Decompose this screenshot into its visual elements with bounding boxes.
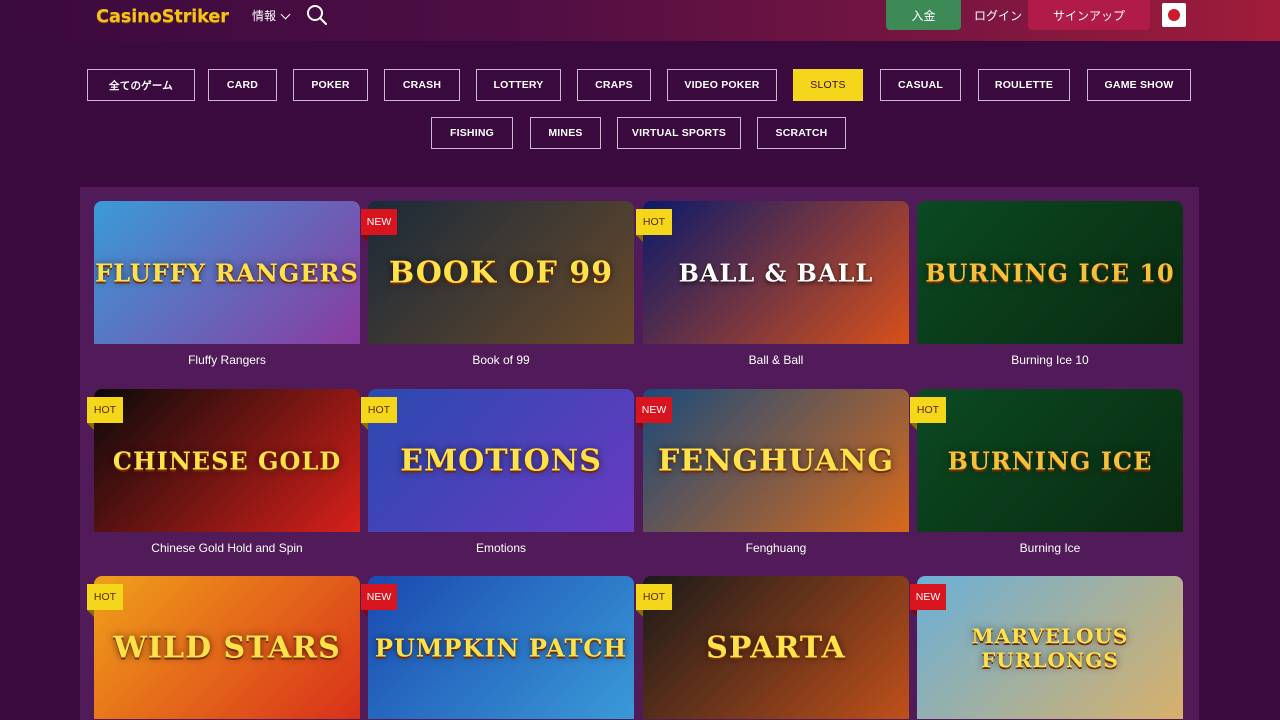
category-mines[interactable]: MINES — [530, 117, 601, 149]
game-art-title: BALL & BALL — [678, 258, 874, 287]
new-badge: NEW — [636, 397, 672, 430]
game-card[interactable]: BALL & BALL HOT Ball & Ball — [636, 201, 909, 369]
category-roulette[interactable]: ROULETTE — [978, 69, 1070, 101]
game-art-title: SPARTA — [706, 630, 846, 665]
game-thumbnail[interactable]: PUMPKIN PATCH — [368, 576, 634, 719]
game-name[interactable]: Fenghuang — [643, 541, 909, 557]
game-card[interactable]: FLUFFY RANGERS Fluffy Rangers — [94, 201, 360, 369]
game-art-title: CHINESE GOLD — [112, 446, 342, 475]
signup-button[interactable]: サインアップ — [1028, 0, 1150, 30]
game-thumbnail[interactable]: FENGHUANG — [643, 389, 909, 532]
search-icon[interactable] — [305, 3, 329, 27]
top-header: CasinoStriker 情報 入金 ログイン サインアップ — [0, 0, 1280, 41]
game-art-title: BOOK OF 99 — [388, 255, 614, 290]
game-card[interactable]: PUMPKIN PATCH NEW — [361, 576, 634, 720]
category-poker[interactable]: POKER — [293, 69, 368, 101]
category-video-poker[interactable]: VIDEO POKER — [667, 69, 777, 101]
japan-flag-icon[interactable] — [1162, 3, 1186, 27]
chevron-down-icon — [280, 9, 291, 19]
deposit-button[interactable]: 入金 — [886, 0, 961, 30]
hot-badge: HOT — [636, 209, 672, 242]
game-thumbnail[interactable]: EMOTIONS — [368, 389, 634, 532]
category-casual[interactable]: CASUAL — [880, 69, 961, 101]
game-art-title: EMOTIONS — [400, 443, 602, 478]
game-card[interactable]: BOOK OF 99 NEW Book of 99 — [361, 201, 634, 369]
login-link[interactable]: ログイン — [974, 7, 1022, 24]
game-name[interactable]: Book of 99 — [368, 353, 634, 369]
game-thumbnail[interactable]: BURNING ICE 10 — [917, 201, 1183, 344]
category-craps[interactable]: CRAPS — [577, 69, 651, 101]
new-badge: NEW — [361, 584, 397, 617]
game-art-title: BURNING ICE — [947, 446, 1153, 475]
game-name[interactable]: Chinese Gold Hold and Spin — [94, 541, 360, 557]
game-card[interactable]: FENGHUANG NEW Fenghuang — [636, 389, 909, 557]
game-grid: FLUFFY RANGERS Fluffy Rangers BOOK OF 99 NE… — [80, 187, 1199, 720]
category-virtual-sports[interactable]: VIRTUAL SPORTS — [617, 117, 741, 149]
game-card[interactable]: CHINESE GOLD HOT Chinese Gold Hold and Spi… — [87, 389, 360, 557]
game-card[interactable]: SPARTA HOT — [636, 576, 909, 720]
game-art-title: PUMPKIN PATCH — [374, 633, 628, 662]
category-lottery[interactable]: LOTTERY — [476, 69, 561, 101]
game-card[interactable]: EMOTIONS HOT Emotions — [361, 389, 634, 557]
game-thumbnail[interactable]: BALL & BALL — [643, 201, 909, 344]
game-card[interactable]: BURNING ICE 10 Burning Ice 10 — [917, 201, 1183, 369]
game-name[interactable]: Ball & Ball — [643, 353, 909, 369]
category-crash[interactable]: CRASH — [384, 69, 460, 101]
new-badge: NEW — [910, 584, 946, 617]
game-thumbnail[interactable]: FLUFFY RANGERS — [94, 201, 360, 344]
info-menu[interactable]: 情報 — [252, 7, 291, 24]
category-card[interactable]: CARD — [208, 69, 277, 101]
game-name[interactable]: Burning Ice — [917, 541, 1183, 557]
new-badge: NEW — [361, 209, 397, 242]
hot-badge: HOT — [87, 397, 123, 430]
category-all-games[interactable]: 全てのゲーム — [87, 69, 195, 101]
game-thumbnail[interactable]: WILD STARS — [94, 576, 360, 719]
hot-badge: HOT — [910, 397, 946, 430]
game-thumbnail[interactable]: CHINESE GOLD — [94, 389, 360, 532]
site-logo[interactable]: CasinoStriker — [96, 6, 229, 27]
game-name[interactable]: Burning Ice 10 — [917, 353, 1183, 369]
game-thumbnail[interactable]: MARVELOUS FURLONGS — [917, 576, 1183, 719]
game-art-title: MARVELOUS FURLONGS — [971, 623, 1129, 672]
game-art-title: WILD STARS — [113, 630, 341, 665]
game-thumbnail[interactable]: BOOK OF 99 — [368, 201, 634, 344]
hot-badge: HOT — [87, 584, 123, 617]
category-scratch[interactable]: SCRATCH — [757, 117, 846, 149]
info-menu-label: 情報 — [252, 9, 277, 23]
game-art-title: BURNING ICE 10 — [925, 258, 1175, 287]
hot-badge: HOT — [636, 584, 672, 617]
game-art-title: FLUFFY RANGERS — [95, 258, 359, 287]
game-card[interactable]: WILD STARS HOT — [87, 576, 360, 720]
game-card[interactable]: BURNING ICE HOT Burning Ice — [910, 389, 1183, 557]
category-game-show[interactable]: GAME SHOW — [1087, 69, 1191, 101]
game-card[interactable]: MARVELOUS FURLONGS NEW — [910, 576, 1183, 720]
hot-badge: HOT — [361, 397, 397, 430]
game-thumbnail[interactable]: BURNING ICE — [917, 389, 1183, 532]
game-art-title: FENGHUANG — [657, 443, 895, 478]
game-name[interactable]: Emotions — [368, 541, 634, 557]
game-thumbnail[interactable]: SPARTA — [643, 576, 909, 719]
category-fishing[interactable]: FISHING — [431, 117, 513, 149]
category-slots[interactable]: SLOTS — [793, 69, 863, 101]
game-name[interactable]: Fluffy Rangers — [94, 353, 360, 369]
